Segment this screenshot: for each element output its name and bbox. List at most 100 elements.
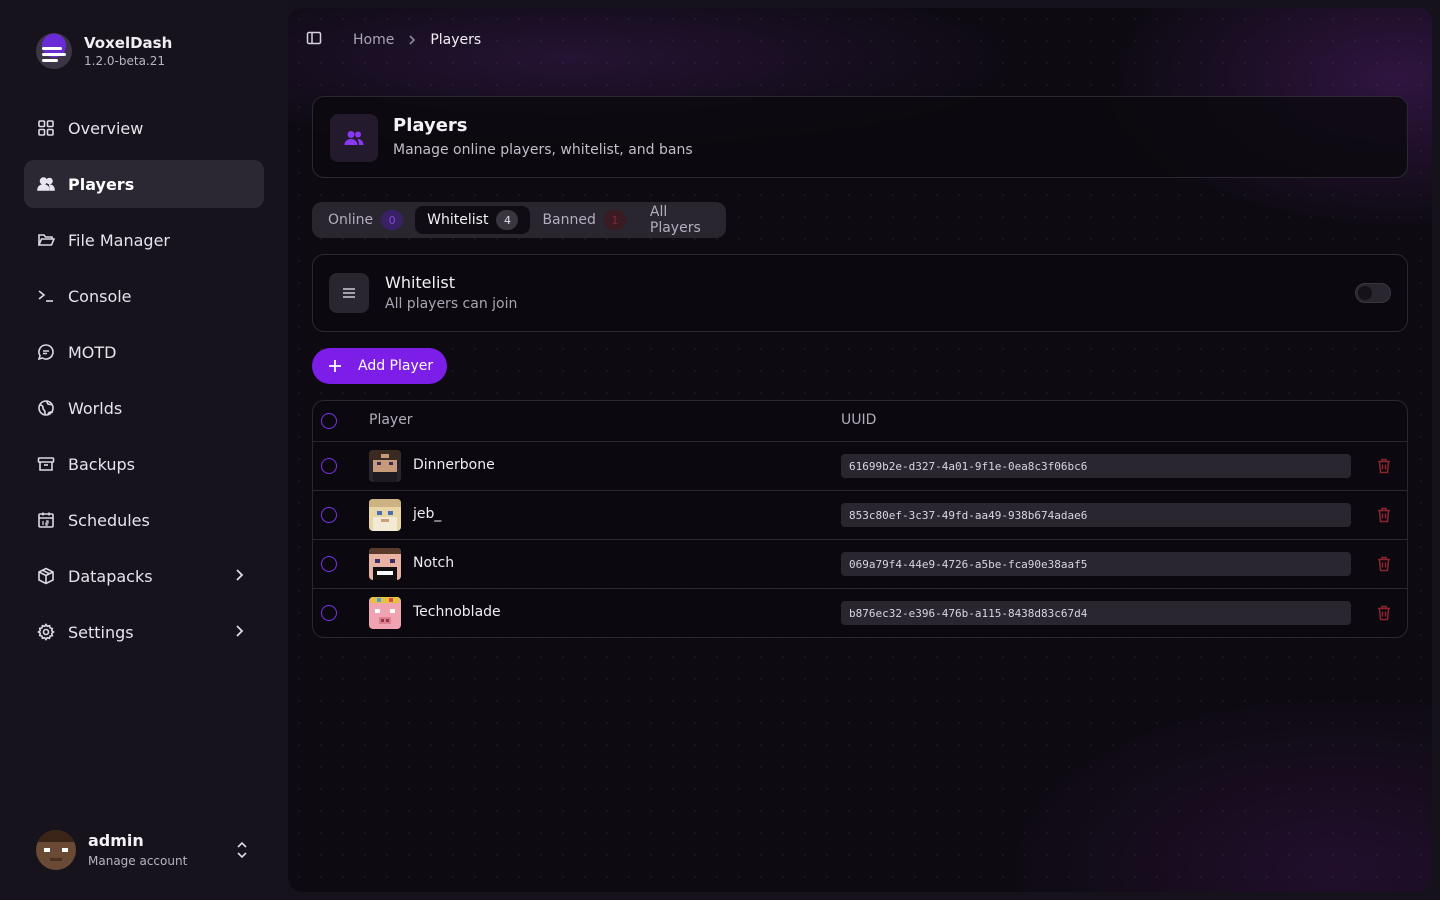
tab-label: Online: [328, 212, 374, 228]
player-uuid: 61699b2e-d327-4a01-9f1e-0ea8c3f06bc6: [841, 454, 1351, 478]
player-uuid: b876ec32-e396-476b-a115-8438d83c67d4: [841, 601, 1351, 625]
player-uuid: 853c80ef-3c37-49fd-aa49-938b674adae6: [841, 503, 1351, 527]
table-row: Technoblade b876ec32-e396-476b-a115-8438…: [313, 589, 1407, 637]
sidebar-item-worlds[interactable]: Worlds: [24, 384, 264, 432]
table-row: jeb_ 853c80ef-3c37-49fd-aa49-938b674adae…: [313, 491, 1407, 540]
column-player: Player: [369, 412, 413, 428]
player-uuid: 069a79f4-44e9-4726-a5be-fca90e38aaf5: [841, 552, 1351, 576]
row-checkbox[interactable]: [321, 556, 337, 572]
row-checkbox[interactable]: [321, 458, 337, 474]
sidebar-item-label: MOTD: [68, 342, 117, 362]
sidebar-item-label: File Manager: [68, 230, 170, 250]
tab-online[interactable]: Online 0: [316, 206, 415, 234]
player-name: Notch: [413, 555, 455, 571]
package-icon: [36, 566, 56, 586]
whitelist-card: Whitelist All players can join: [312, 254, 1408, 332]
users-icon: [36, 174, 56, 194]
account-name: admin: [88, 831, 144, 850]
toggle-knob: [1358, 286, 1372, 300]
brand[interactable]: VoxelDash 1.2.0-beta.21: [36, 33, 172, 69]
sidebar-item-label: Datapacks: [68, 566, 153, 586]
breadcrumb-home[interactable]: Home: [353, 32, 394, 48]
plus-icon: [329, 360, 341, 372]
sidebar-item-motd[interactable]: MOTD: [24, 328, 264, 376]
sidebar-item-backups[interactable]: Backups: [24, 440, 264, 488]
column-uuid: UUID: [841, 412, 877, 428]
folder-icon: [36, 230, 56, 250]
avatar: [36, 830, 76, 870]
sidebar: VoxelDash 1.2.0-beta.21 Overview Players…: [0, 0, 288, 900]
trash-icon[interactable]: [1377, 556, 1393, 572]
calendar-icon: [36, 510, 56, 530]
sidebar-item-label: Backups: [68, 454, 135, 474]
breadcrumb: Home Players: [353, 32, 481, 48]
trash-icon[interactable]: [1377, 507, 1393, 523]
grid-icon: [36, 118, 56, 138]
trash-icon[interactable]: [1377, 458, 1393, 474]
players-table: Player UUID Dinnerbone 61699b2e-d327-4a0…: [312, 400, 1408, 638]
add-player-button[interactable]: Add Player: [312, 348, 447, 384]
player-name: Technoblade: [413, 604, 501, 620]
player-name: jeb_: [413, 506, 442, 522]
whitelist-title: Whitelist: [385, 273, 456, 292]
gear-icon: [36, 622, 56, 642]
row-checkbox[interactable]: [321, 507, 337, 523]
table-row: Notch 069a79f4-44e9-4726-a5be-fca90e38aa…: [313, 540, 1407, 589]
sidebar-item-settings[interactable]: Settings: [24, 608, 264, 656]
tab-label: All Players: [649, 204, 701, 236]
add-player-label: Add Player: [358, 358, 434, 374]
whitelist-subtitle: All players can join: [385, 296, 518, 312]
app-version: 1.2.0-beta.21: [84, 53, 166, 68]
list-icon: [329, 273, 369, 313]
tab-banned[interactable]: Banned 1: [530, 206, 637, 234]
sidebar-item-label: Console: [68, 286, 132, 306]
player-avatar: [369, 499, 401, 531]
row-checkbox[interactable]: [321, 605, 337, 621]
whitelist-toggle[interactable]: [1355, 283, 1391, 303]
sidebar-item-label: Schedules: [68, 510, 150, 530]
tab-label: Banned: [542, 212, 596, 228]
chevron-right-icon[interactable]: [230, 566, 250, 586]
count-badge: 4: [496, 210, 519, 230]
account-subtitle: Manage account: [88, 854, 188, 868]
sidebar-item-players[interactable]: Players: [24, 160, 264, 208]
page-header: Players Manage online players, whitelist…: [312, 96, 1408, 178]
trash-icon[interactable]: [1377, 605, 1393, 621]
chevron-right-icon: [406, 34, 418, 46]
count-badge: 1: [603, 210, 626, 230]
player-name: Dinnerbone: [413, 457, 495, 473]
page-subtitle: Manage online players, whitelist, and ba…: [393, 142, 693, 158]
player-tabs: Online 0 Whitelist 4 Banned 1 All Player…: [312, 202, 726, 238]
app-name: VoxelDash: [84, 33, 173, 52]
sidebar-item-label: Overview: [68, 118, 144, 138]
sidebar-item-file-manager[interactable]: File Manager: [24, 216, 264, 264]
tab-whitelist[interactable]: Whitelist 4: [415, 206, 531, 234]
select-all-checkbox[interactable]: [321, 413, 337, 429]
count-badge: 0: [381, 210, 404, 230]
message-icon: [36, 342, 56, 362]
player-avatar: [369, 597, 401, 629]
archive-icon: [36, 454, 56, 474]
player-avatar: [369, 450, 401, 482]
sidebar-toggle-icon[interactable]: [306, 30, 322, 50]
sidebar-item-console[interactable]: Console: [24, 272, 264, 320]
sidebar-item-label: Settings: [68, 622, 134, 642]
breadcrumb-current: Players: [430, 32, 482, 48]
tab-all-players[interactable]: All Players: [638, 204, 722, 236]
terminal-icon: [36, 286, 56, 306]
app-logo-icon: [36, 33, 72, 69]
sidebar-item-overview[interactable]: Overview: [24, 104, 264, 152]
sidebar-item-schedules[interactable]: Schedules: [24, 496, 264, 544]
table-row: Dinnerbone 61699b2e-d327-4a01-9f1e-0ea8c…: [313, 442, 1407, 491]
globe-icon: [36, 398, 56, 418]
sidebar-item-datapacks[interactable]: Datapacks: [24, 552, 264, 600]
users-icon: [330, 114, 378, 162]
top-bar: Home Players: [306, 30, 481, 50]
chevron-up-down-icon[interactable]: [234, 838, 250, 862]
chevron-right-icon[interactable]: [230, 622, 250, 642]
main-content: Home Players Players Manage online playe…: [288, 8, 1432, 892]
table-header: Player UUID: [313, 401, 1407, 442]
sidebar-item-label: Worlds: [68, 398, 123, 418]
player-avatar: [369, 548, 401, 580]
account-menu[interactable]: admin Manage account: [36, 830, 256, 870]
